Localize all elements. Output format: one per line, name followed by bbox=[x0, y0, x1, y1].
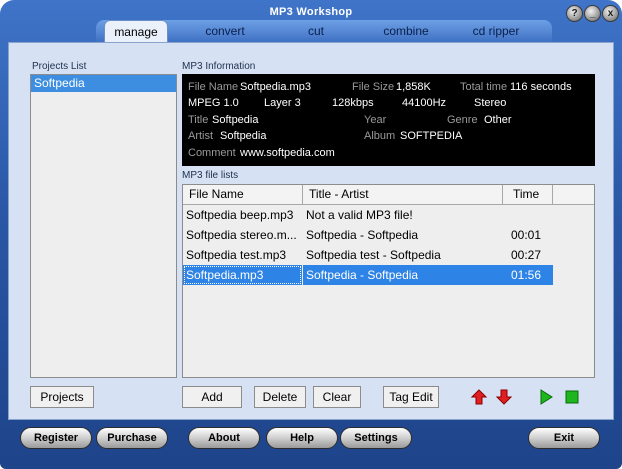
projects-list-label: Projects List bbox=[32, 61, 87, 72]
file-list-label: MP3 file lists bbox=[182, 170, 239, 181]
mp3-info-panel: File Name Softpedia.mp3 File Size 1,858K… bbox=[182, 74, 595, 166]
purchase-button[interactable]: Purchase bbox=[96, 427, 168, 449]
add-button[interactable]: Add bbox=[182, 386, 242, 408]
genre-label: Genre bbox=[447, 114, 478, 126]
minimize-icon[interactable]: _ bbox=[584, 5, 601, 22]
mp3-info-label: MP3 Information bbox=[182, 61, 256, 72]
projects-button[interactable]: Projects bbox=[30, 386, 94, 408]
file-list-table[interactable]: File Name Title - Artist Time Softpedia … bbox=[182, 184, 595, 378]
cell-file-name: Softpedia.mp3 bbox=[183, 265, 302, 285]
tab-cd-ripper[interactable]: cd ripper bbox=[460, 24, 532, 40]
arrow-up-icon[interactable] bbox=[471, 389, 487, 405]
comment-label: Comment bbox=[188, 147, 236, 159]
file-size-label: File Size bbox=[352, 81, 395, 93]
column-header-file-name[interactable]: File Name bbox=[183, 185, 303, 205]
table-row[interactable]: Softpedia test.mp3 Softpedia test - Soft… bbox=[183, 245, 594, 265]
cell-file-name: Softpedia stereo.m... bbox=[186, 228, 297, 242]
table-row[interactable]: Softpedia stereo.m... Softpedia - Softpe… bbox=[183, 225, 594, 245]
cell-title-artist: Softpedia test - Softpedia bbox=[306, 248, 441, 262]
album-value: SOFTPEDIA bbox=[400, 130, 463, 142]
delete-button[interactable]: Delete bbox=[254, 386, 306, 408]
stop-icon[interactable] bbox=[565, 390, 579, 404]
cell-title-artist: Softpedia - Softpedia bbox=[306, 228, 419, 242]
app-window: MP3 Workshop ? _ x manage convert cut co… bbox=[0, 0, 622, 469]
arrow-down-icon[interactable] bbox=[496, 389, 512, 405]
clear-button[interactable]: Clear bbox=[313, 386, 361, 408]
tab-manage[interactable]: manage bbox=[104, 20, 168, 44]
cell-file-name: Softpedia test.mp3 bbox=[186, 248, 287, 262]
tab-cut[interactable]: cut bbox=[288, 24, 344, 40]
cell-time: 01:56 bbox=[503, 265, 553, 285]
file-name-label: File Name bbox=[188, 81, 239, 93]
project-item[interactable]: Softpedia bbox=[31, 75, 176, 92]
title-value: Softpedia bbox=[212, 114, 259, 126]
tab-combine[interactable]: combine bbox=[370, 24, 442, 40]
bitrate-value: 128kbps bbox=[332, 97, 374, 109]
tab-convert[interactable]: convert bbox=[190, 24, 260, 40]
cell-title-artist: Softpedia - Softpedia bbox=[303, 265, 503, 285]
file-size-value: 1,858K bbox=[396, 81, 431, 93]
mpeg-version: MPEG 1.0 bbox=[188, 97, 239, 109]
cell-time: 00:01 bbox=[511, 228, 542, 242]
table-row-selected[interactable]: Softpedia.mp3 Softpedia - Softpedia 01:5… bbox=[183, 265, 594, 285]
exit-button[interactable]: Exit bbox=[528, 427, 600, 449]
total-time-value: 116 seconds bbox=[510, 81, 572, 93]
title-label: Title bbox=[188, 114, 209, 126]
window-title: MP3 Workshop bbox=[269, 6, 353, 18]
total-time-label: Total time bbox=[460, 81, 508, 93]
table-row[interactable]: Softpedia beep.mp3 Not a valid MP3 file! bbox=[183, 205, 594, 225]
artist-label: Artist bbox=[188, 130, 214, 142]
cell-time: 00:27 bbox=[511, 248, 542, 262]
cell-time bbox=[503, 205, 553, 225]
comment-value: www.softpedia.com bbox=[240, 147, 335, 159]
play-icon[interactable] bbox=[539, 389, 553, 405]
genre-value: Other bbox=[484, 114, 512, 126]
artist-value: Softpedia bbox=[220, 130, 267, 142]
mpeg-layer: Layer 3 bbox=[264, 97, 301, 109]
file-name-value: Softpedia.mp3 bbox=[240, 81, 311, 93]
album-label: Album bbox=[364, 130, 396, 142]
column-header-title-artist[interactable]: Title - Artist bbox=[303, 185, 503, 205]
cell-title-artist: Not a valid MP3 file! bbox=[306, 208, 413, 222]
help-button[interactable]: Help bbox=[266, 427, 338, 449]
cell-file-name: Softpedia beep.mp3 bbox=[186, 208, 294, 222]
channels-value: Stereo bbox=[474, 97, 507, 109]
about-button[interactable]: About bbox=[188, 427, 260, 449]
close-icon[interactable]: x bbox=[602, 5, 619, 22]
projects-list[interactable]: Softpedia bbox=[30, 74, 177, 378]
frequency-value: 44100Hz bbox=[402, 97, 447, 109]
column-header-blank bbox=[553, 185, 594, 205]
help-icon[interactable]: ? bbox=[566, 5, 583, 22]
column-header-time[interactable]: Time bbox=[503, 185, 553, 205]
year-label: Year bbox=[364, 114, 387, 126]
settings-button[interactable]: Settings bbox=[340, 427, 412, 449]
tag-edit-button[interactable]: Tag Edit bbox=[383, 386, 439, 408]
register-button[interactable]: Register bbox=[20, 427, 92, 449]
